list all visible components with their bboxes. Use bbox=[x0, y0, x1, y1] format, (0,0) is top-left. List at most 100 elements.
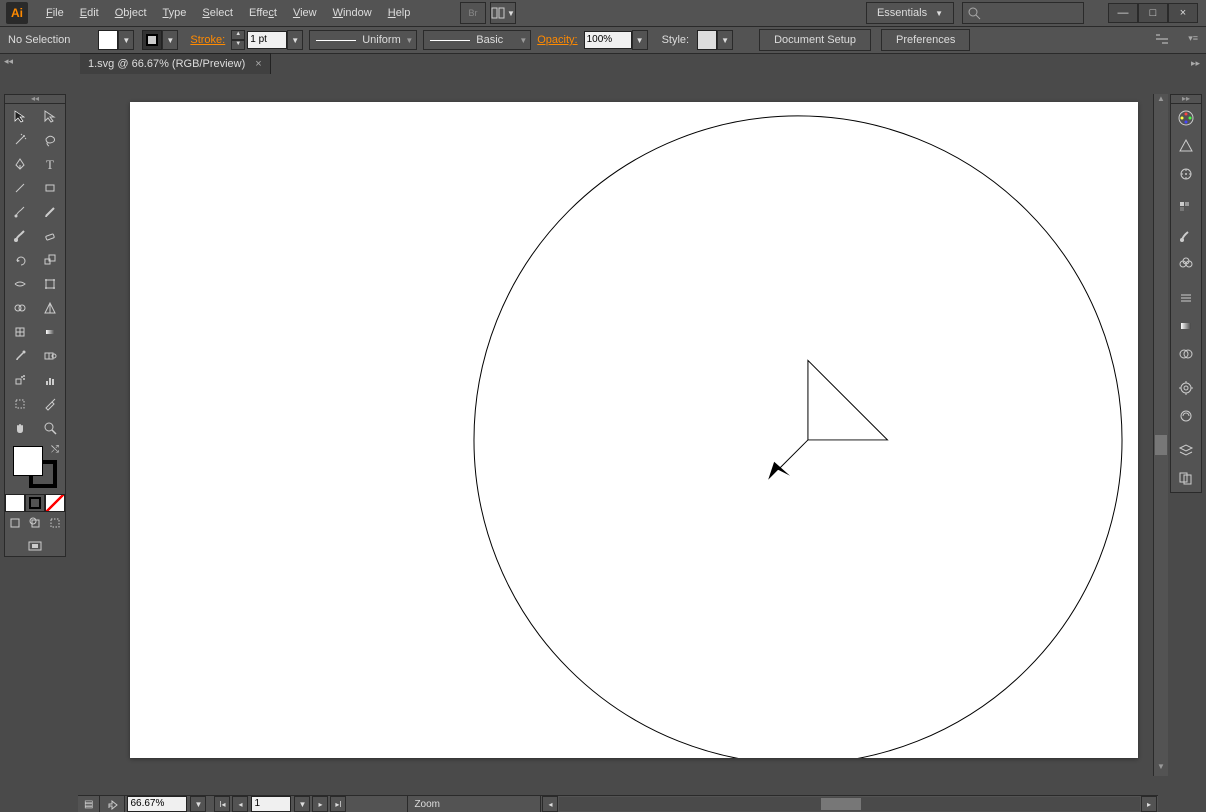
style-swatch[interactable] bbox=[697, 30, 717, 50]
menu-edit[interactable]: Edit bbox=[72, 0, 107, 26]
menu-select[interactable]: Select bbox=[194, 0, 241, 26]
artboards-panel-icon[interactable] bbox=[1171, 464, 1201, 492]
artboard[interactable] bbox=[130, 102, 1138, 758]
scale-tool[interactable] bbox=[35, 248, 65, 272]
fill-swatch[interactable] bbox=[98, 30, 118, 50]
stroke-panel-icon[interactable] bbox=[1171, 284, 1201, 312]
draw-behind-icon[interactable] bbox=[25, 514, 45, 532]
appearance-panel-icon[interactable] bbox=[1171, 374, 1201, 402]
symbols-panel-icon[interactable] bbox=[1171, 250, 1201, 278]
graphic-styles-panel-icon[interactable] bbox=[1171, 402, 1201, 430]
window-maximize-button[interactable]: □ bbox=[1138, 3, 1168, 23]
horizontal-scroll-thumb[interactable] bbox=[821, 798, 861, 810]
gradient-tool[interactable] bbox=[35, 320, 65, 344]
stroke-swatch[interactable] bbox=[142, 30, 162, 50]
canvas-viewport[interactable] bbox=[78, 94, 1158, 792]
lasso-tool[interactable] bbox=[35, 128, 65, 152]
fill-color[interactable] bbox=[13, 446, 43, 476]
color-mode-solid[interactable] bbox=[5, 494, 25, 512]
opacity-field[interactable]: 100% bbox=[584, 31, 632, 49]
workspace-switcher[interactable]: Essentials▼ bbox=[866, 2, 954, 24]
width-tool[interactable] bbox=[5, 272, 35, 296]
blend-tool[interactable] bbox=[35, 344, 65, 368]
arrange-docs-button[interactable]: ▼ bbox=[490, 2, 516, 24]
dock-collapse-icon[interactable]: ▸▸ bbox=[1171, 95, 1201, 104]
vertical-scroll-thumb[interactable] bbox=[1155, 435, 1167, 455]
tab-close-icon[interactable]: × bbox=[255, 58, 261, 70]
status-menu-icon[interactable]: ▤ bbox=[78, 796, 100, 812]
style-dropdown[interactable]: ▼ bbox=[717, 30, 733, 50]
stroke-profile-dropdown[interactable]: Uniform bbox=[309, 30, 417, 50]
fill-dropdown[interactable]: ▼ bbox=[118, 30, 134, 50]
stroke-down-button[interactable]: ▼ bbox=[231, 40, 245, 50]
hscroll-left-button[interactable]: ◂ bbox=[542, 796, 558, 812]
opacity-dropdown[interactable]: ▼ bbox=[632, 30, 648, 50]
share-icon[interactable] bbox=[100, 796, 125, 812]
stroke-weight-spinner[interactable]: ▲ ▼ bbox=[231, 30, 245, 50]
stroke-dropdown[interactable]: ▼ bbox=[162, 30, 178, 50]
blob-brush-tool[interactable] bbox=[5, 224, 35, 248]
layers-panel-icon[interactable] bbox=[1171, 436, 1201, 464]
color-guide-panel-icon[interactable] bbox=[1171, 132, 1201, 160]
draw-normal-icon[interactable] bbox=[5, 514, 25, 532]
color-panel-icon[interactable] bbox=[1171, 104, 1201, 132]
preferences-button[interactable]: Preferences bbox=[881, 29, 970, 51]
stroke-label[interactable]: Stroke: bbox=[190, 34, 225, 46]
last-artboard-button[interactable]: ▸I bbox=[330, 796, 346, 812]
stroke-up-button[interactable]: ▲ bbox=[231, 30, 245, 40]
free-transform-tool[interactable] bbox=[35, 272, 65, 296]
hscroll-right-button[interactable]: ▸ bbox=[1141, 796, 1157, 812]
type-tool[interactable]: T bbox=[35, 152, 65, 176]
symbol-sprayer-tool[interactable] bbox=[5, 368, 35, 392]
hand-tool[interactable] bbox=[5, 416, 35, 440]
tools-collapse-icon[interactable]: ◂◂ bbox=[5, 95, 65, 104]
menu-type[interactable]: Type bbox=[155, 0, 195, 26]
zoom-dropdown[interactable]: ▼ bbox=[190, 796, 206, 812]
pen-tool[interactable] bbox=[5, 152, 35, 176]
zoom-tool[interactable] bbox=[35, 416, 65, 440]
menu-effect[interactable]: Effect bbox=[241, 0, 285, 26]
color-mode-none[interactable] bbox=[45, 494, 65, 512]
slice-tool[interactable] bbox=[35, 392, 65, 416]
window-minimize-button[interactable]: — bbox=[1108, 3, 1138, 23]
control-menu-icon[interactable]: ▾≡ bbox=[1188, 33, 1198, 44]
menu-object[interactable]: Object bbox=[107, 0, 155, 26]
opacity-label[interactable]: Opacity: bbox=[537, 34, 577, 46]
line-tool[interactable] bbox=[5, 176, 35, 200]
document-setup-button[interactable]: Document Setup bbox=[759, 29, 871, 51]
eyedropper-tool[interactable] bbox=[5, 344, 35, 368]
bridge-button[interactable]: Br bbox=[460, 2, 486, 24]
rectangle-tool[interactable] bbox=[35, 176, 65, 200]
draw-inside-icon[interactable] bbox=[45, 514, 65, 532]
eraser-tool[interactable] bbox=[35, 224, 65, 248]
brush-definition-dropdown[interactable]: Basic bbox=[423, 30, 531, 50]
menu-window[interactable]: Window bbox=[325, 0, 380, 26]
swap-fill-stroke-icon[interactable]: ⤭ bbox=[51, 444, 59, 455]
direct-selection-tool[interactable] bbox=[35, 104, 65, 128]
align-icon[interactable] bbox=[1154, 31, 1170, 50]
fill-stroke-control[interactable]: ⤭ bbox=[5, 444, 65, 494]
horizontal-scrollbar[interactable] bbox=[559, 797, 1140, 811]
perspective-grid-tool[interactable] bbox=[35, 296, 65, 320]
next-artboard-button[interactable]: ▸ bbox=[312, 796, 328, 812]
paintbrush-tool[interactable] bbox=[5, 200, 35, 224]
stroke-weight-dropdown[interactable]: ▼ bbox=[287, 30, 303, 50]
expand-panels-left-icon[interactable]: ◂◂ bbox=[4, 56, 16, 68]
expand-panels-right-icon[interactable]: ▸▸ bbox=[1191, 58, 1200, 69]
mesh-tool[interactable] bbox=[5, 320, 35, 344]
kuler-panel-icon[interactable] bbox=[1171, 160, 1201, 188]
gradient-panel-icon[interactable] bbox=[1171, 312, 1201, 340]
menu-help[interactable]: Help bbox=[380, 0, 419, 26]
search-box[interactable] bbox=[962, 2, 1084, 24]
brushes-panel-icon[interactable] bbox=[1171, 222, 1201, 250]
selection-tool[interactable] bbox=[5, 104, 35, 128]
shape-builder-tool[interactable] bbox=[5, 296, 35, 320]
window-close-button[interactable]: × bbox=[1168, 3, 1198, 23]
pencil-tool[interactable] bbox=[35, 200, 65, 224]
transparency-panel-icon[interactable] bbox=[1171, 340, 1201, 368]
magic-wand-tool[interactable] bbox=[5, 128, 35, 152]
color-mode-gradient[interactable] bbox=[25, 494, 45, 512]
artboard-tool[interactable] bbox=[5, 392, 35, 416]
prev-artboard-button[interactable]: ◂ bbox=[232, 796, 248, 812]
menu-view[interactable]: View bbox=[285, 0, 325, 26]
